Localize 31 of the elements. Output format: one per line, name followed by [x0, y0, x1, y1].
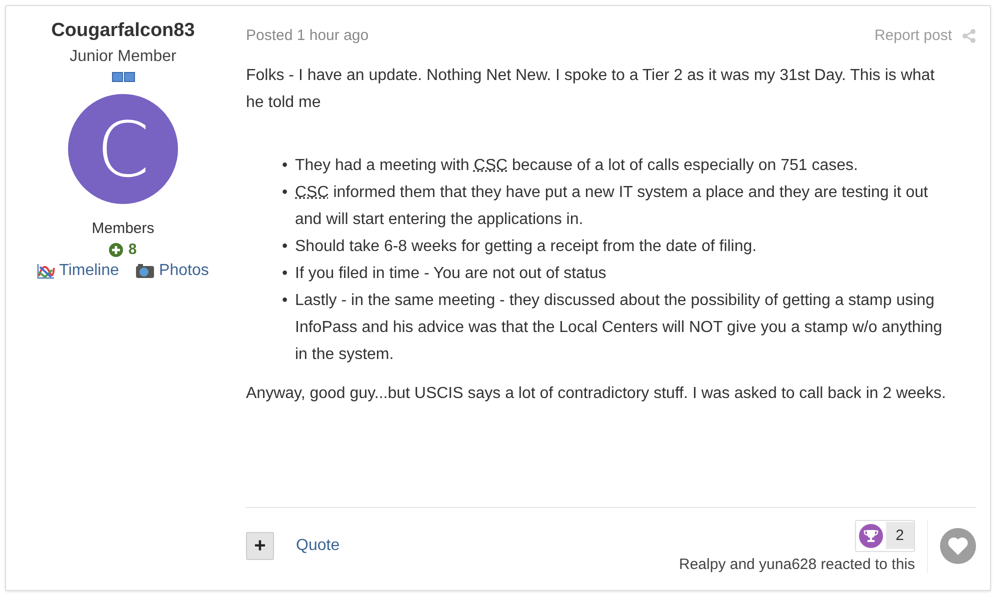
- bullet-item: They had a meeting with CSC because of a lot of calls especially on 751 cases.: [295, 156, 859, 176]
- member-rank: Junior Member: [70, 48, 176, 66]
- profile-link[interactable]: Photos: [159, 262, 209, 280]
- post-paragraph: Folks - I have an update. Nothing Net New. I spoke to a Tier 2 as it was my 31st Day. This is what he told me: [246, 66, 936, 113]
- bullet-item: CSC informed them that they have put a new IT system a place and they are testing it out and will start entering the applications in.: [295, 183, 929, 230]
- bullet-marker: •: [282, 183, 289, 203]
- bullet-marker: •: [282, 291, 289, 311]
- reputation-count: 8: [128, 241, 137, 258]
- bullet-marker: •: [282, 156, 289, 176]
- bullet-item: Should take 6-8 weeks for getting a receipt from the date of filing.: [295, 237, 758, 257]
- chart-icon: [37, 263, 56, 279]
- like-button[interactable]: [940, 528, 976, 564]
- plus-circle-icon: [109, 242, 124, 256]
- username-link[interactable]: Cougarfalcon83: [51, 20, 195, 42]
- profile-link[interactable]: Timeline: [59, 262, 120, 280]
- heart-icon: [947, 536, 969, 556]
- share-icon[interactable]: [962, 28, 976, 42]
- member-group: Members: [92, 220, 154, 237]
- quote-link[interactable]: Quote: [296, 537, 340, 555]
- reaction-badge[interactable]: 2: [854, 520, 915, 552]
- bullet-marker: •: [282, 264, 289, 284]
- reaction-summary: Realpy and yuna628 reacted to this: [679, 556, 915, 572]
- avatar[interactable]: C: [68, 94, 178, 204]
- bullet-item: If you filed in time - You are not out of status: [295, 264, 608, 284]
- bullet-item: Lastly - in the same meeting - they discussed about the possibility of getting a stamp using InfoPass and his advice was that the Local Centers will NOT give you a stamp w/o anything in the system.: [295, 291, 944, 365]
- camera-icon: [135, 263, 156, 279]
- post-paragraph: Anyway, good guy...but USCIS says a lot of contradictory stuff. I was asked to call back in 2 weeks.: [246, 384, 947, 404]
- rank-pips-icon: [112, 72, 134, 82]
- post-date: Posted 1 hour ago: [246, 27, 370, 44]
- multiquote-button[interactable]: +: [246, 532, 274, 560]
- bullet-marker: •: [282, 237, 289, 257]
